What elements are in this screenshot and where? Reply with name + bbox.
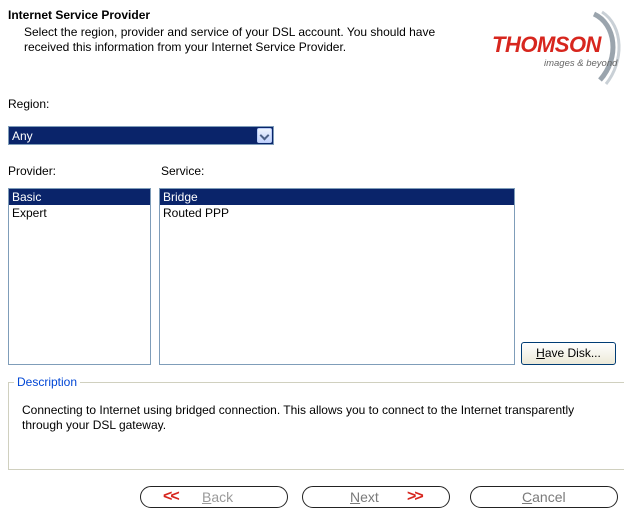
cancel-button[interactable]: Cancel: [470, 486, 618, 508]
provider-label: Provider:: [8, 164, 57, 178]
cancel-mnemonic: C: [522, 489, 533, 505]
cancel-label-rest: ancel: [532, 489, 566, 505]
chevron-down-icon[interactable]: [257, 128, 272, 143]
next-mnemonic: N: [350, 489, 361, 505]
provider-item-basic[interactable]: Basic: [9, 189, 150, 205]
have-disk-mnemonic: H: [536, 346, 545, 360]
back-arrow-icon: <<: [163, 488, 180, 505]
have-disk-button[interactable]: Have Disk...: [521, 342, 616, 365]
page-subtitle: Select the region, provider and service …: [24, 25, 436, 54]
description-text: Connecting to Internet using bridged con…: [22, 403, 575, 432]
next-button[interactable]: Next >>: [302, 486, 450, 508]
provider-item-expert[interactable]: Expert: [9, 205, 150, 221]
next-label-rest: ext: [360, 489, 379, 505]
back-label-rest: ack: [211, 489, 234, 505]
page-title: Internet Service Provider: [8, 8, 151, 22]
back-mnemonic: B: [202, 489, 212, 505]
logo-tagline: images & beyond: [544, 58, 618, 69]
next-button-label: Next: [350, 487, 379, 507]
cancel-button-label: Cancel: [522, 487, 566, 507]
have-disk-label-rest: ave Disk...: [544, 346, 601, 360]
service-item-bridge[interactable]: Bridge: [160, 189, 514, 205]
logo-brand: THOMSON: [492, 32, 601, 57]
service-item-routed-ppp[interactable]: Routed PPP: [160, 205, 514, 221]
region-select[interactable]: Any: [8, 126, 274, 145]
service-label: Service:: [161, 164, 205, 178]
back-button-label: Back: [202, 487, 233, 507]
next-arrow-icon: >>: [407, 488, 424, 505]
region-label: Region:: [8, 97, 50, 111]
back-button[interactable]: << Back: [140, 486, 288, 508]
description-group-label: Description: [14, 375, 81, 389]
thomson-logo: THOMSON images & beyond: [474, 8, 624, 88]
region-select-value: Any: [12, 129, 33, 143]
provider-list[interactable]: Basic Expert: [8, 188, 151, 365]
service-list[interactable]: Bridge Routed PPP: [159, 188, 515, 365]
